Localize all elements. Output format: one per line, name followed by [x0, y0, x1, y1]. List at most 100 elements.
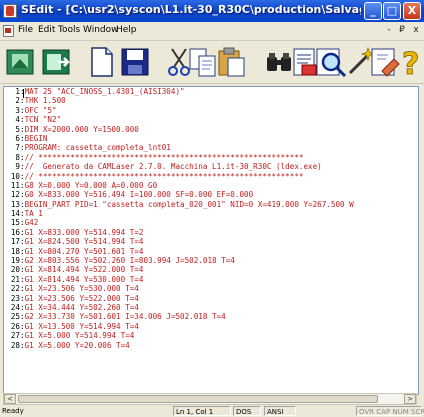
app-window: SEdit - [C:\usr2\syscon\L1.it-30_R30C\pr… [0, 0, 424, 417]
scroll-left-button[interactable]: < [4, 394, 16, 404]
line-text: G1 X=13.500 Y=514.994 T=4 [24, 321, 139, 331]
code-line: 26:G1 X=13.500 Y=514.994 T=4 [4, 322, 354, 331]
mdi-minimize-button[interactable]: - [383, 25, 395, 37]
line-number: 6 [15, 133, 20, 143]
line-text: OFC "5" [24, 105, 57, 115]
line-text: G1 X=23.506 Y=530.000 T=4 [24, 284, 139, 294]
code-editor[interactable]: 1:MAT 25 "ACC_INOSS_1.4301_(AISI304)"2:T… [3, 86, 419, 395]
line-number: 17 [10, 237, 20, 247]
line-text: G1 X=34.444 Y=502.260 T=4 [24, 302, 139, 312]
line-text: G1 X=814.494 Y=530.000 T=4 [24, 274, 144, 284]
minimize-button[interactable]: _ [364, 2, 382, 20]
line-text: G1 X=23.506 Y=522.000 T=4 [24, 293, 139, 303]
line-text: // Generato da CAMLaser 2.7.0. Macchina … [24, 162, 322, 172]
program-icon[interactable] [4, 45, 38, 79]
line-number: 15 [10, 218, 20, 228]
code-line: 4:TCN "N2" [4, 115, 354, 124]
maximize-button[interactable]: □ [383, 2, 401, 20]
toolbar: ? [0, 41, 424, 84]
menu-file[interactable]: File [18, 25, 33, 35]
new-icon[interactable] [84, 45, 118, 79]
code-line: 13:BEGIN_PART PID=1 "cassetta completa_0… [4, 200, 354, 209]
line-text: PROGRAM: cassetta_completa_lnt01 [24, 143, 171, 153]
line-text: G1 X=804.270 Y=501.601 T=4 [24, 246, 144, 256]
line-number: 20 [10, 265, 20, 275]
line-number: 3 [15, 105, 20, 115]
line-number: 27 [10, 331, 20, 341]
code-line: 25:G2 X=33.730 Y=501.601 I=34.006 J=502.… [4, 312, 354, 321]
title-bar[interactable]: SEdit - [C:\usr2\syscon\L1.it-30_R30C\pr… [0, 0, 424, 22]
code-line: 7:PROGRAM: cassetta_completa_lnt01 [4, 143, 354, 152]
line-text: G1 X=814.494 Y=522.000 T=4 [24, 265, 144, 275]
line-text: // *************************************… [24, 152, 304, 162]
document-icon[interactable] [3, 25, 14, 37]
code-lines: 1:MAT 25 "ACC_INOSS_1.4301_(AISI304)"2:T… [4, 87, 354, 350]
line-number: 24 [10, 302, 20, 312]
text-caret [23, 89, 24, 98]
line-number: 26 [10, 321, 20, 331]
menu-help[interactable]: Help [116, 25, 137, 35]
help-icon[interactable]: ? [398, 45, 424, 79]
mdi-close-button[interactable]: x [410, 25, 422, 37]
save-icon[interactable] [118, 45, 152, 79]
line-number: 28 [10, 340, 20, 350]
line-text: G1 X=5.000 Y=514.994 T=4 [24, 331, 135, 341]
line-text: TA 1 [24, 209, 43, 219]
code-line: 24:G1 X=34.444 Y=502.260 T=4 [4, 303, 354, 312]
line-number: 10 [10, 171, 20, 181]
close-button[interactable]: X [403, 2, 421, 20]
line-number: 19 [10, 256, 20, 266]
line-text: BEGIN [24, 133, 48, 143]
menu-edit[interactable]: Edit [38, 25, 55, 35]
line-number: 9 [15, 162, 20, 172]
status-ready: Ready [2, 407, 24, 415]
code-line: 18:G1 X=804.270 Y=501.601 T=4 [4, 247, 354, 256]
line-number: 14 [10, 209, 20, 219]
import-icon[interactable] [40, 45, 74, 79]
line-text: G1 X=833.000 Y=514.994 T=2 [24, 227, 144, 237]
code-line: 19:G2 X=803.556 Y=502.260 I=803.994 J=50… [4, 256, 354, 265]
line-text: TCN "N2" [24, 115, 62, 125]
code-line: 22:G1 X=23.506 Y=530.000 T=4 [4, 284, 354, 293]
svg-text:?: ? [402, 47, 419, 79]
line-number: 13 [10, 199, 20, 209]
line-number: 8 [15, 152, 20, 162]
status-position: Ln 1, Col 1 [173, 406, 231, 416]
line-text: G0 X=833.000 Y=516.494 I=100.000 SF=0.00… [24, 190, 254, 200]
code-line: 10:// **********************************… [4, 172, 354, 181]
code-line: 15:G42 [4, 218, 354, 227]
scroll-right-button[interactable]: > [404, 394, 416, 404]
zoom-icon[interactable] [314, 45, 348, 79]
code-line: 1:MAT 25 "ACC_INOSS_1.4301_(AISI304)" [4, 87, 354, 96]
window-title: SEdit - [C:\usr2\syscon\L1.it-30_R30C\pr… [21, 3, 361, 16]
line-text: G2 X=33.730 Y=501.601 I=34.006 J=502.018… [24, 312, 226, 322]
line-text: G42 [24, 218, 39, 228]
mdi-restore-button[interactable]: ₽ [396, 25, 408, 37]
code-line: 23:G1 X=23.506 Y=522.000 T=4 [4, 294, 354, 303]
code-line: 9:// Generato da CAMLaser 2.7.0. Macchin… [4, 162, 354, 171]
code-line: 16:G1 X=833.000 Y=514.994 T=2 [4, 228, 354, 237]
status-encoding: ANSI [264, 406, 296, 416]
code-line: 2:THK 1.500 [4, 96, 354, 105]
eraser-icon[interactable] [368, 45, 402, 79]
menu-tools[interactable]: Tools [58, 25, 80, 35]
line-number: 4 [15, 115, 20, 125]
code-line: 14:TA 1 [4, 209, 354, 218]
code-line: 3:OFC "5" [4, 106, 354, 115]
menu-window[interactable]: Window [83, 25, 119, 35]
line-text: THK 1.500 [24, 96, 66, 106]
horizontal-scrollbar[interactable]: < > [3, 393, 417, 405]
code-line: 11:G8 X=0.000 Y=0.000 A=0.000 G0 [4, 181, 354, 190]
status-indicators: OVR CAP NUM SCR [356, 406, 424, 416]
line-number: 16 [10, 227, 20, 237]
line-number: 25 [10, 312, 20, 322]
line-number: 23 [10, 293, 20, 303]
app-icon[interactable] [3, 4, 17, 18]
code-line: 21:G1 X=814.494 Y=530.000 T=4 [4, 275, 354, 284]
scroll-thumb[interactable] [18, 395, 378, 403]
paste-icon[interactable] [214, 45, 248, 79]
line-text: G2 X=803.556 Y=502.260 I=803.994 J=502.0… [24, 256, 235, 266]
line-number: 2 [15, 96, 20, 106]
line-text: G8 X=0.000 Y=0.000 A=0.000 G0 [24, 180, 158, 190]
code-line: 17:G1 X=824.500 Y=514.994 T=4 [4, 237, 354, 246]
